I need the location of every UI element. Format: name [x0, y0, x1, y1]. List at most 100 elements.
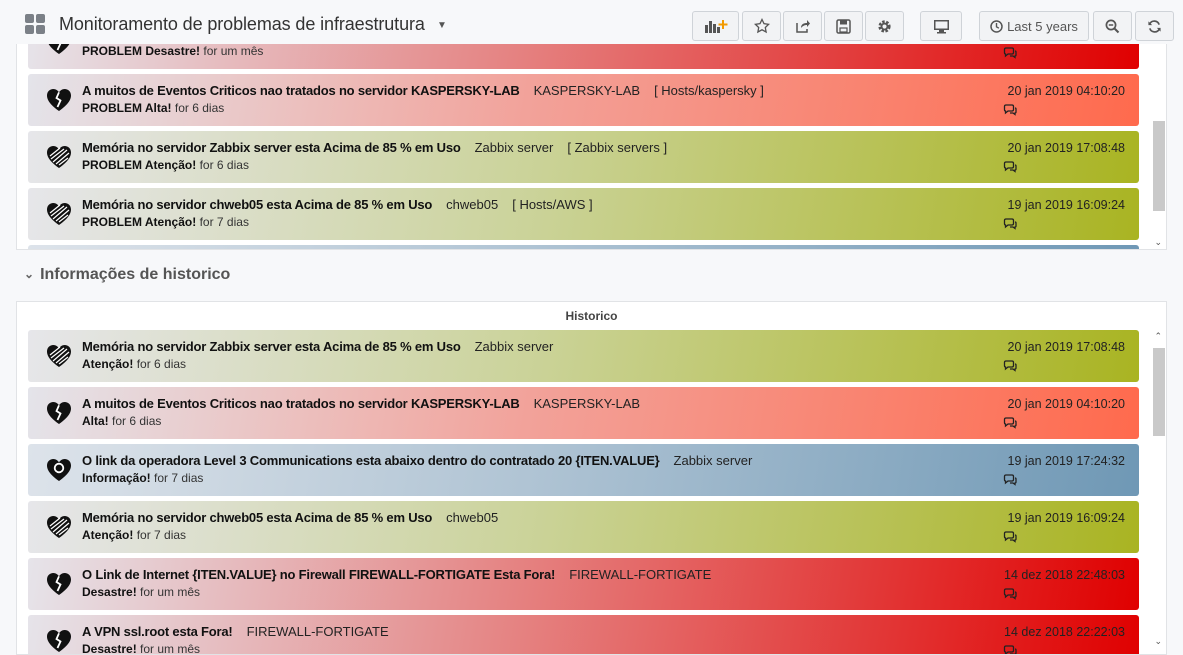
alert-host: KASPERSKY-LAB: [533, 396, 641, 411]
alert-title[interactable]: Memória no servidor chweb05 esta Acima d…: [82, 510, 432, 525]
history-panel: Historico Memória no servidor Zabbix ser…: [16, 301, 1167, 655]
alert-item[interactable]: [28, 245, 1139, 249]
alert-item[interactable]: O link da operadora Level 3 Communicatio…: [28, 444, 1139, 496]
add-panel-icon: [704, 20, 727, 33]
scroll-down-arrow[interactable]: ⌄: [1154, 636, 1162, 647]
alert-host: chweb05: [446, 197, 499, 212]
alert-host: Zabbix server: [474, 140, 554, 155]
row-header-label: Informações de historico: [40, 266, 231, 283]
alert-host: Zabbix server: [673, 453, 753, 468]
comments-icon[interactable]: [1003, 473, 1017, 486]
alert-status: PROBLEM Atenção!: [82, 215, 197, 229]
striped-heart-icon: [45, 514, 73, 540]
alert-title[interactable]: O Link de Internet {ITEN.VALUE} no Firew…: [82, 567, 555, 582]
gear-icon: [878, 19, 891, 33]
alert-title[interactable]: A muitos de Eventos Criticos nao tratado…: [82, 83, 520, 98]
alert-item[interactable]: A muitos de Eventos Criticos nao tratado…: [28, 74, 1139, 126]
share-button[interactable]: [783, 11, 822, 41]
star-button[interactable]: [742, 11, 781, 41]
alert-title[interactable]: Memória no servidor Zabbix server esta A…: [82, 140, 461, 155]
alert-title[interactable]: Memória no servidor Zabbix server esta A…: [82, 339, 461, 354]
alert-timestamp: 20 jan 2019 04:10:20: [1007, 397, 1125, 411]
comments-icon[interactable]: [1003, 103, 1017, 116]
row-header[interactable]: ⌄ Informações de historico: [24, 266, 230, 284]
add-panel-button[interactable]: [692, 11, 739, 41]
striped-heart-icon: [45, 144, 73, 170]
alert-age: for um mês: [140, 585, 201, 599]
chevron-down-icon: ⌄: [24, 267, 35, 281]
comments-icon[interactable]: [1003, 530, 1017, 543]
panel-title[interactable]: Historico: [17, 309, 1166, 323]
alert-item[interactable]: Memória no servidor chweb05 esta Acima d…: [28, 188, 1139, 240]
refresh-icon: [1148, 19, 1161, 33]
scroll-down-arrow[interactable]: ⌄: [1154, 237, 1162, 248]
alert-timestamp: 20 jan 2019 04:10:20: [1007, 84, 1125, 98]
alert-timestamp: 19 jan 2019 17:24:32: [1007, 454, 1125, 468]
comments-icon[interactable]: [1003, 416, 1017, 429]
alert-age: for 6 dias: [112, 414, 162, 428]
alert-title[interactable]: A muitos de Eventos Criticos nao tratado…: [82, 396, 520, 411]
comments-icon[interactable]: [1003, 160, 1017, 173]
save-button[interactable]: [824, 11, 863, 41]
alert-group: [ Zabbix servers ]: [567, 140, 668, 155]
alert-item[interactable]: A VPN ssl.root esta Fora! FIREWALL-FORTIG…: [28, 615, 1139, 655]
scrollbar-thumb[interactable]: [1153, 121, 1165, 211]
alert-item[interactable]: A muitos de Eventos Criticos nao tratado…: [28, 387, 1139, 439]
dashboard-title[interactable]: Monitoramento de problemas de infraestru…: [59, 14, 425, 35]
alert-host: Zabbix server: [474, 339, 554, 354]
alert-item[interactable]: Memória no servidor chweb05 esta Acima d…: [28, 501, 1139, 553]
settings-button[interactable]: [865, 11, 904, 41]
scrollbar-thumb[interactable]: [1153, 348, 1165, 436]
comments-icon[interactable]: [1003, 359, 1017, 372]
scrollbar[interactable]: [1152, 348, 1165, 638]
alert-title[interactable]: Memória no servidor chweb05 esta Acima d…: [82, 197, 432, 212]
broken-heart-icon: [45, 400, 73, 426]
alert-status: Desastre!: [82, 585, 137, 599]
comments-icon[interactable]: [1003, 217, 1017, 230]
comments-icon[interactable]: [1003, 46, 1017, 59]
alert-status: PROBLEM Alta!: [82, 101, 172, 115]
time-range-picker[interactable]: Last 5 years: [979, 11, 1089, 41]
scrollbar[interactable]: [1152, 52, 1165, 242]
broken-heart-icon: [45, 571, 73, 597]
zoom-out-icon: [1105, 19, 1120, 33]
alert-item[interactable]: O Link de Internet {ITEN.VALUE} no Firew…: [28, 558, 1139, 610]
alert-status: Desastre!: [82, 642, 137, 655]
broken-heart-icon: [45, 628, 73, 654]
alert-age: for 6 dias: [199, 158, 249, 172]
alert-status: Atenção!: [82, 357, 134, 371]
alert-age: for 7 dias: [199, 215, 249, 229]
problems-panel: PROBLEM Desastre! for um mês A muitos de …: [16, 25, 1167, 250]
clock-icon: [990, 19, 1003, 33]
tv-mode-button[interactable]: [920, 11, 962, 41]
alert-status: Atenção!: [82, 528, 134, 542]
alert-timestamp: 20 jan 2019 17:08:48: [1007, 340, 1125, 354]
comments-icon[interactable]: [1003, 587, 1017, 600]
alert-host: KASPERSKY-LAB: [533, 83, 641, 98]
alert-age: for 6 dias: [174, 101, 225, 115]
scroll-up-arrow[interactable]: ⌃: [1154, 331, 1162, 342]
alert-title[interactable]: A VPN ssl.root esta Fora!: [82, 624, 233, 639]
alert-host: chweb05: [446, 510, 499, 525]
share-icon: [795, 20, 810, 33]
alert-status: PROBLEM Atenção!: [82, 158, 197, 172]
dashboards-grid-icon[interactable]: [25, 14, 47, 36]
broken-heart-icon: [45, 87, 73, 113]
alert-status: Informação!: [82, 471, 151, 485]
comments-icon[interactable]: [1003, 644, 1017, 654]
refresh-button[interactable]: [1135, 11, 1174, 41]
top-navbar: Monitoramento de problemas de infraestru…: [0, 0, 1183, 44]
zoom-out-button[interactable]: [1093, 11, 1132, 41]
alert-status: PROBLEM Desastre!: [82, 44, 201, 58]
caret-down-icon[interactable]: ▼: [437, 20, 447, 31]
alert-title[interactable]: O link da operadora Level 3 Communicatio…: [82, 453, 660, 468]
striped-heart-icon: [45, 201, 73, 227]
alert-host: FIREWALL-FORTIGATE: [246, 624, 389, 639]
alert-host: FIREWALL-FORTIGATE: [569, 567, 712, 582]
alert-item[interactable]: Memória no servidor Zabbix server esta A…: [28, 330, 1139, 382]
alert-group: [ Hosts/kaspersky ]: [654, 83, 764, 98]
save-icon: [836, 18, 851, 34]
alert-item[interactable]: Memória no servidor Zabbix server esta A…: [28, 131, 1139, 183]
alert-timestamp: 19 jan 2019 16:09:24: [1007, 511, 1125, 525]
alert-age: for um mês: [140, 642, 201, 655]
